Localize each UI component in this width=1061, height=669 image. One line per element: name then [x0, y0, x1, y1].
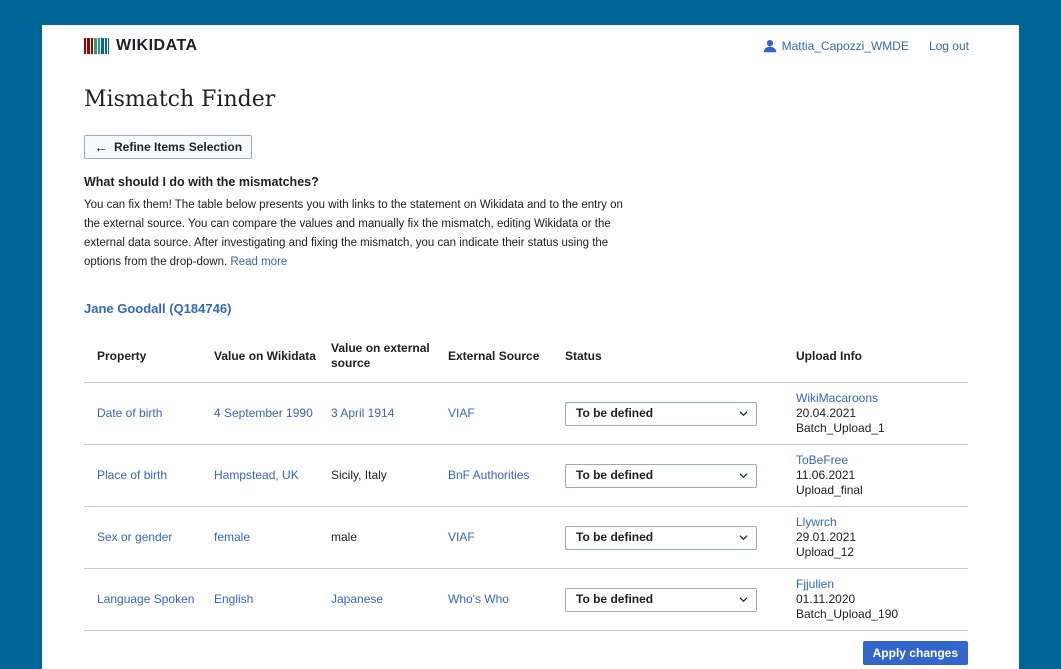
header-external-value: Value on external source — [318, 330, 435, 383]
external-source-link[interactable]: VIAF — [448, 530, 475, 544]
property-link[interactable]: Sex or gender — [97, 530, 172, 544]
upload-date: 11.06.2021 — [796, 468, 856, 482]
chevron-down-icon — [739, 411, 748, 417]
status-value: To be defined — [576, 406, 654, 420]
property-link[interactable]: Date of birth — [97, 406, 162, 420]
upload-batch: Upload_12 — [796, 545, 855, 559]
chevron-down-icon — [739, 535, 748, 541]
faq-text: You can fix them! The table below presen… — [84, 196, 624, 272]
status-dropdown[interactable]: To be defined — [565, 525, 757, 550]
external-source-link[interactable]: VIAF — [448, 406, 475, 420]
barcode-logo-icon — [84, 38, 110, 54]
header-wikidata-value: Value on Wikidata — [201, 330, 318, 383]
user-menu: Mattia_Capozzi_WMDE Log out — [763, 39, 969, 53]
uploader-link[interactable]: ToBeFree — [796, 453, 848, 467]
header-status: Status — [552, 330, 783, 383]
wikidata-value-link[interactable]: English — [214, 592, 253, 606]
apply-changes-button[interactable]: Apply changes — [862, 641, 968, 665]
chevron-down-icon — [739, 473, 748, 479]
read-more-link[interactable]: Read more — [230, 256, 287, 268]
refine-button-label: Refine Items Selection — [114, 140, 243, 154]
external-source-link[interactable]: Who's Who — [448, 592, 509, 606]
upload-batch: Upload_final — [796, 483, 863, 497]
upload-date: 20.04.2021 — [796, 406, 857, 420]
logo-text: WIKIDATA — [116, 37, 198, 54]
external-value-link[interactable]: 3 April 1914 — [331, 406, 394, 420]
mismatch-table: Property Value on Wikidata Value on exte… — [84, 330, 968, 631]
faq-title: What should I do with the mismatches? — [84, 175, 319, 189]
property-link[interactable]: Place of birth — [97, 468, 167, 482]
status-dropdown[interactable]: To be defined — [565, 587, 757, 612]
status-value: To be defined — [576, 592, 654, 606]
faq-body: You can fix them! The table below presen… — [84, 199, 623, 268]
wikidata-value-link[interactable]: 4 September 1990 — [214, 406, 313, 420]
property-link[interactable]: Language Spoken — [97, 592, 194, 606]
table-row: Date of birth 4 September 1990 3 April 1… — [84, 382, 968, 445]
table-row: Place of birth Hampstead, UK Sicily, Ita… — [84, 444, 968, 507]
external-value-text: male — [331, 530, 358, 544]
status-dropdown[interactable]: To be defined — [565, 401, 757, 426]
uploader-link[interactable]: WikiMacaroons — [796, 391, 878, 405]
upload-date: 01.11.2020 — [796, 592, 856, 606]
status-value: To be defined — [576, 530, 654, 544]
refine-items-selection-button[interactable]: ← Refine Items Selection — [84, 135, 253, 159]
upload-batch: Batch_Upload_190 — [796, 607, 899, 621]
top-bar: WIKIDATA Mattia_Capozzi_WMDE Log out — [84, 37, 969, 59]
item-title-link[interactable]: Jane Goodall (Q184746) — [84, 301, 231, 316]
table-row: Language Spoken English Japanese Who's W… — [84, 568, 968, 631]
header-upload-info: Upload Info — [783, 330, 968, 383]
status-value: To be defined — [576, 468, 654, 482]
external-value-text: Sicily, Italy — [331, 468, 387, 482]
chevron-down-icon — [739, 597, 748, 603]
user-icon — [763, 40, 776, 53]
external-value-link[interactable]: Japanese — [331, 592, 383, 606]
username-link[interactable]: Mattia_Capozzi_WMDE — [782, 39, 909, 53]
header-external-source: External Source — [435, 330, 552, 383]
external-source-link[interactable]: BnF Authorities — [448, 468, 529, 482]
logout-link[interactable]: Log out — [929, 39, 969, 53]
upload-batch: Batch_Upload_1 — [796, 421, 885, 435]
page-title: Mismatch Finder — [84, 87, 276, 112]
wikidata-value-link[interactable]: female — [214, 530, 250, 544]
wikidata-logo[interactable]: WIKIDATA — [84, 37, 198, 55]
table-header-row: Property Value on Wikidata Value on exte… — [84, 330, 968, 383]
arrow-left-icon: ← — [94, 139, 108, 155]
wikidata-value-link[interactable]: Hampstead, UK — [214, 468, 299, 482]
uploader-link[interactable]: Fjjulien — [796, 577, 834, 591]
page-container: WIKIDATA Mattia_Capozzi_WMDE Log out Mis… — [42, 25, 1019, 669]
table-row: Sex or gender female male VIAF To be def… — [84, 506, 968, 569]
header-property: Property — [84, 330, 201, 383]
status-dropdown[interactable]: To be defined — [565, 463, 757, 488]
upload-date: 29.01.2021 — [796, 530, 857, 544]
uploader-link[interactable]: Llywrch — [796, 515, 837, 529]
